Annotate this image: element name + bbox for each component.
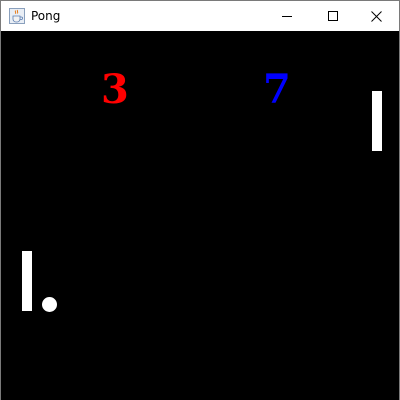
title-bar[interactable]: Pong: [1, 1, 399, 31]
maximize-button[interactable]: [310, 1, 356, 31]
java-cup-icon: [9, 8, 25, 24]
app-window: Pong 3 7: [0, 0, 400, 400]
left-paddle: [22, 251, 32, 311]
close-icon: [370, 10, 382, 22]
window-title: Pong: [31, 9, 61, 23]
right-paddle: [372, 91, 382, 151]
score-right: 7: [263, 66, 291, 113]
game-canvas[interactable]: 3 7: [1, 31, 399, 400]
close-button[interactable]: [353, 1, 399, 31]
ball: [42, 297, 57, 312]
maximize-icon: [328, 11, 338, 21]
minimize-button[interactable]: [264, 1, 310, 31]
minimize-icon: [282, 16, 292, 17]
score-left: 3: [101, 66, 129, 113]
